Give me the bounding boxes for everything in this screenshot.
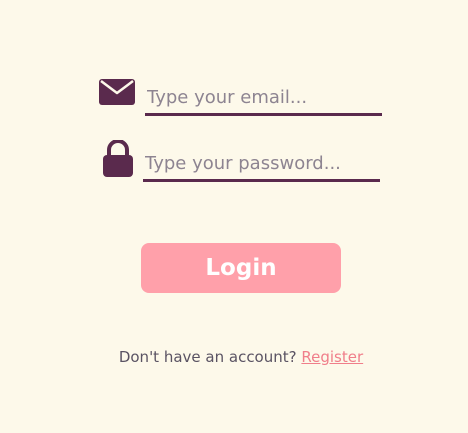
email-field-wrapper (145, 82, 384, 116)
lock-icon (102, 140, 142, 180)
password-field[interactable] (143, 148, 382, 178)
email-row (98, 74, 388, 120)
register-link[interactable]: Register (301, 348, 363, 366)
envelope-icon (98, 78, 138, 118)
password-row (98, 140, 388, 186)
password-field-wrapper (143, 148, 382, 182)
register-prompt: Don't have an account? Register (0, 348, 468, 366)
email-field[interactable] (145, 82, 384, 112)
login-button[interactable]: Login (141, 243, 341, 293)
register-prompt-text: Don't have an account? (118, 348, 297, 366)
